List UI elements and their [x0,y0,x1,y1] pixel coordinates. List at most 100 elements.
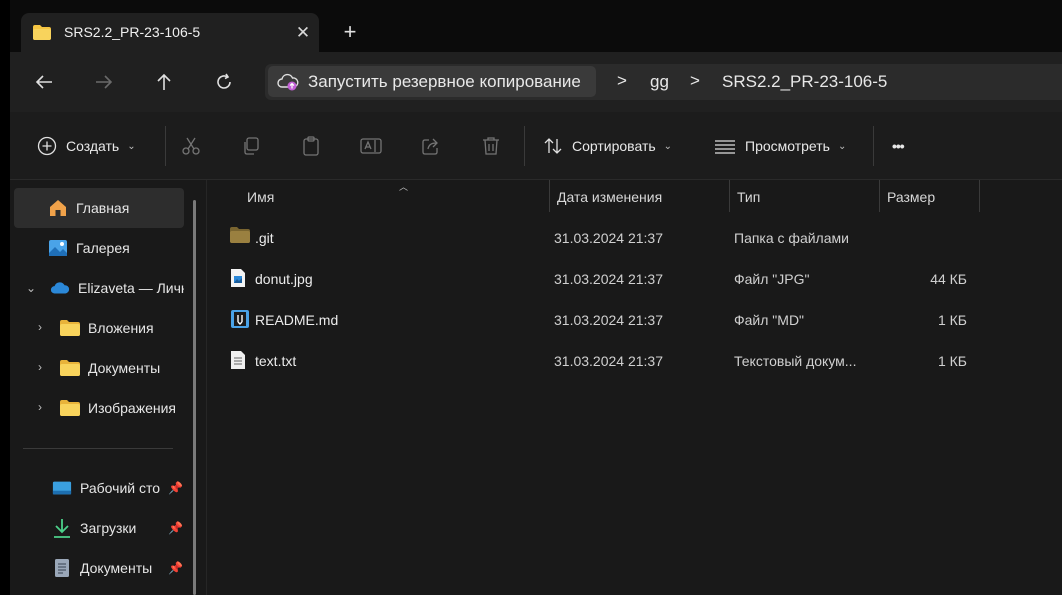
folder-icon [230,227,250,247]
file-date: 31.03.2024 21:37 [554,353,663,369]
navigation-bar: Запустить резервное копирование > gg > S… [10,52,1062,112]
paste-button[interactable] [301,132,321,160]
desktop-icon [52,478,72,498]
column-header-name[interactable]: Имя [247,180,274,212]
divider [873,126,874,166]
tab-strip: SRS2.2_PR-23-106-5 ✕ + [10,0,1062,52]
file-size: 44 КБ [930,271,967,287]
delete-button[interactable] [481,132,501,160]
file-size: 1 КБ [937,312,967,328]
sidebar-item-home[interactable]: Главная [14,188,184,228]
new-tab-button[interactable]: + [337,20,363,46]
sidebar-item-documents-cloud[interactable]: Документы [14,348,184,388]
sidebar-item-downloads[interactable]: Загрузки [14,508,184,548]
back-button[interactable] [28,66,60,98]
pin-icon[interactable]: 📌 [168,481,183,495]
chevron-down-icon: ⌄ [127,140,136,152]
pin-icon[interactable]: 📌 [168,561,183,575]
file-type: Файл "JPG" [734,271,810,287]
share-icon [422,138,438,155]
sidebar-item-onedrive[interactable]: Elizaveta — Личн [14,268,184,308]
column-header-modified[interactable]: Дата изменения [557,180,662,212]
sidebar-item-gallery[interactable]: Галерея [14,228,184,268]
markdown-file-icon [230,309,250,329]
forward-button[interactable] [88,66,120,98]
trash-icon [483,137,499,155]
copy-button[interactable] [241,132,261,160]
text-file-icon [230,350,250,370]
folder-icon [60,398,80,418]
up-button[interactable] [148,66,180,98]
table-row[interactable]: donut.jpg 31.03.2024 21:37 Файл "JPG" 44… [214,259,974,299]
file-name: README.md [255,312,339,328]
gallery-icon [48,238,68,258]
image-file-icon [230,268,250,288]
sort-arrows-icon [544,138,562,154]
breadcrumb-gg[interactable]: gg [650,72,669,92]
documents-icon [52,558,72,578]
file-list: ︿ Имя Дата изменения Тип Размер .git 31.… [207,180,1062,595]
column-divider[interactable] [729,180,730,212]
folder-icon [33,25,51,45]
cut-button[interactable] [181,132,201,160]
table-row[interactable]: README.md 31.03.2024 21:37 Файл "MD" 1 К… [214,300,974,340]
divider [165,126,166,166]
copy-icon [244,137,259,155]
breadcrumb-current[interactable]: SRS2.2_PR-23-106-5 [722,72,887,92]
column-header-type[interactable]: Тип [737,180,760,212]
rename-button[interactable] [360,132,382,160]
scissors-icon [182,137,200,155]
sidebar-scrollbar[interactable] [193,200,196,595]
more-options-button[interactable]: ••• [892,132,905,160]
chevron-right-icon: > [617,71,627,90]
folder-icon [60,318,80,338]
file-date: 31.03.2024 21:37 [554,271,663,287]
divider [23,448,173,449]
breadcrumb-backup[interactable]: Запустить резервное копирование [268,66,596,97]
chevron-right-icon: > [690,71,700,90]
close-tab-icon[interactable]: ✕ [291,21,315,45]
file-type: Текстовый докум... [734,353,857,369]
file-name: donut.jpg [255,271,313,287]
sidebar-item-attachments[interactable]: Вложения [14,308,184,348]
sidebar-item-desktop[interactable]: Рабочий сто [14,468,184,508]
sidebar-item-label: Elizaveta — Личн [78,280,184,296]
folder-icon [60,358,80,378]
column-header-size[interactable]: Размер [887,180,935,212]
rename-icon [360,138,382,154]
arrow-right-icon [96,75,113,89]
sidebar-item-label: Главная [76,200,130,216]
arrow-left-icon [35,75,52,89]
tab-current-folder[interactable]: SRS2.2_PR-23-106-5 ✕ [21,13,319,52]
arrow-up-icon [157,73,171,90]
create-button[interactable]: Создать ⌄ [37,132,136,160]
pin-icon[interactable]: 📌 [168,521,183,535]
refresh-button[interactable] [208,66,240,98]
sort-button[interactable]: Сортировать ⌄ [543,132,672,160]
column-divider[interactable] [549,180,550,212]
address-bar[interactable]: Запустить резервное копирование > gg > S… [265,64,1062,100]
sort-ascending-indicator: ︿ [399,182,409,192]
table-row[interactable]: text.txt 31.03.2024 21:37 Текстовый доку… [214,341,974,381]
view-button[interactable]: Просмотреть ⌄ [714,132,846,160]
column-divider[interactable] [879,180,880,212]
download-icon [52,518,72,538]
share-button[interactable] [421,132,441,160]
sort-label: Сортировать [572,138,656,154]
file-date: 31.03.2024 21:37 [554,312,663,328]
navigation-pane: Главная Галерея ⌄ Elizaveta — Личн › Вло… [10,180,206,595]
column-divider[interactable] [979,180,980,212]
create-label: Создать [66,138,120,154]
sidebar-item-label: Галерея [76,240,130,256]
sidebar-item-images[interactable]: Изображения [14,388,184,428]
cloud-backup-icon [277,72,299,97]
sidebar-item-label: Изображения [88,400,176,416]
sidebar-item-documents[interactable]: Документы [14,548,184,588]
file-name: text.txt [255,353,297,369]
list-view-icon [715,140,735,154]
table-row[interactable]: .git 31.03.2024 21:37 Папка с файлами [214,218,974,258]
sidebar-item-label: Загрузки [80,520,137,536]
file-size: 1 КБ [937,353,967,369]
file-explorer-window: SRS2.2_PR-23-106-5 ✕ + Запустить резервн… [10,0,1062,595]
file-type: Папка с файлами [734,230,849,246]
